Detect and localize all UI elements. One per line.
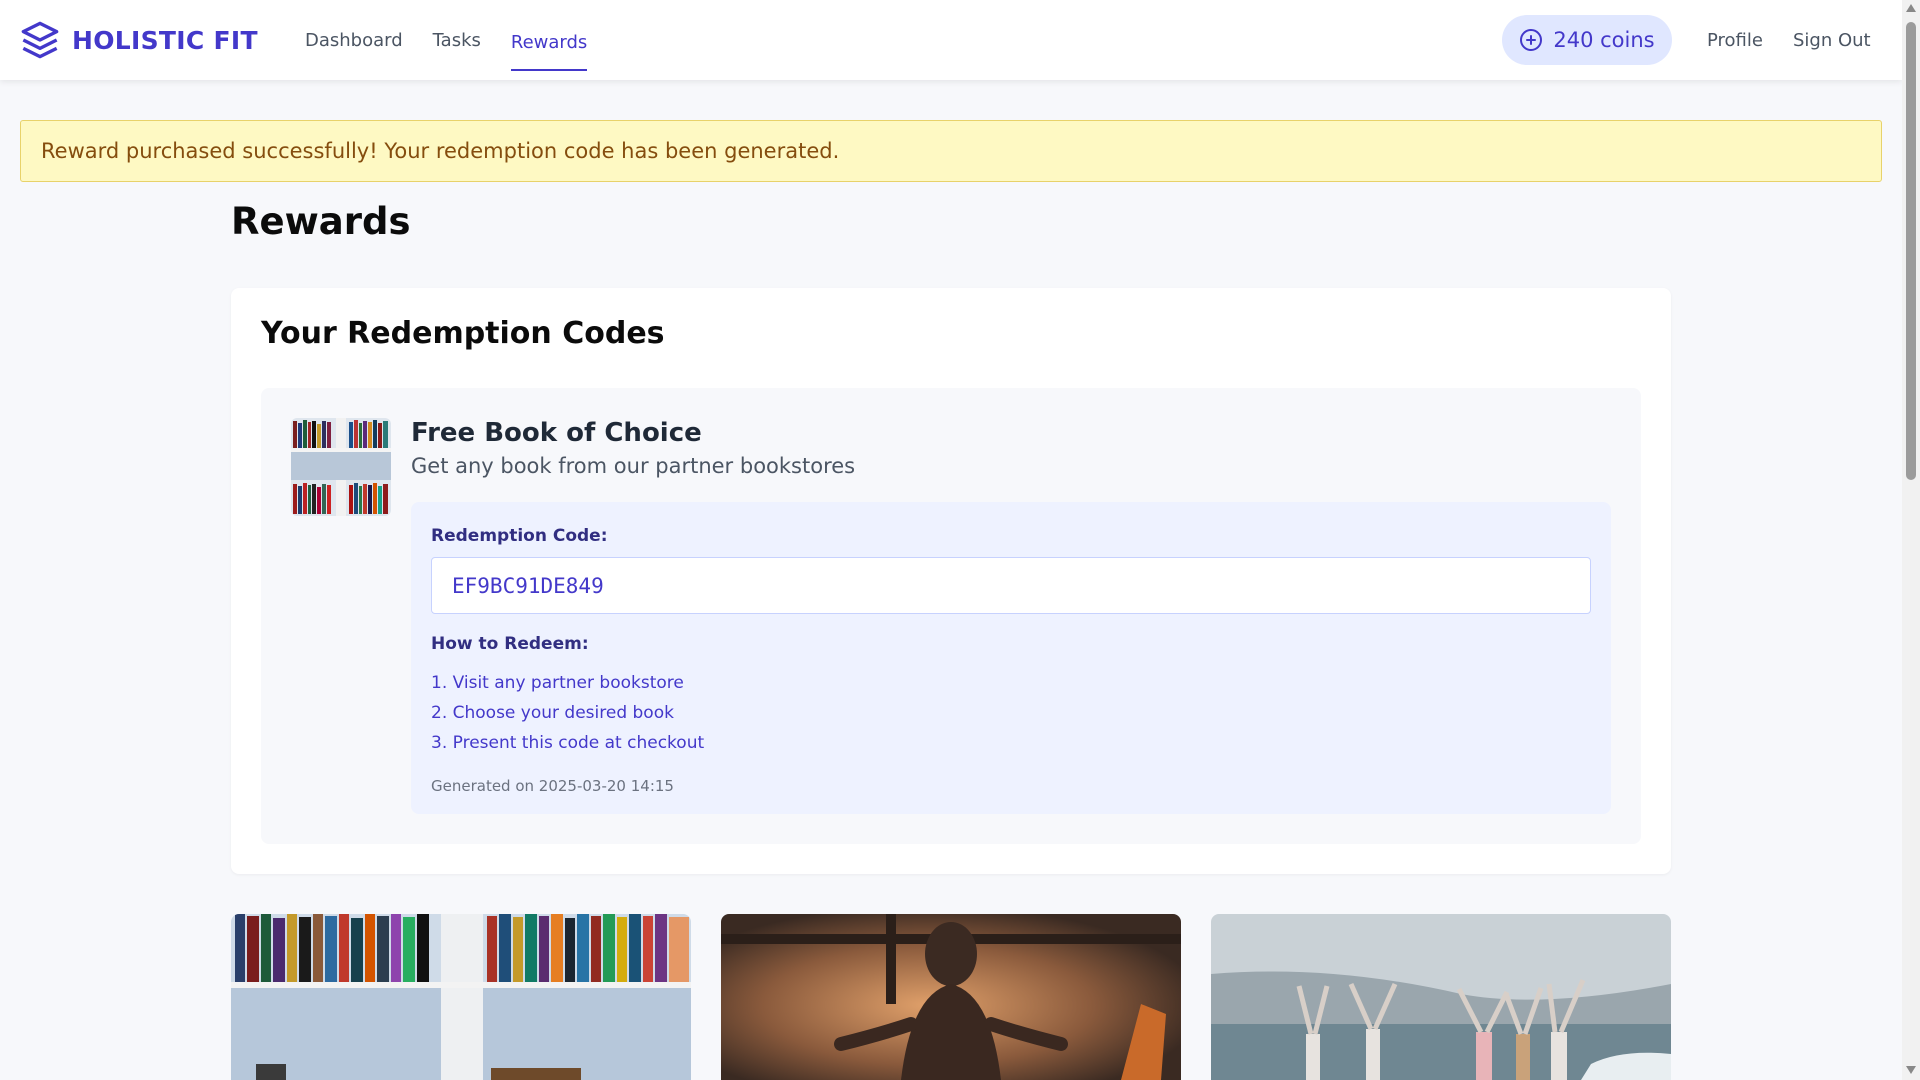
success-alert: Reward purchased successfully! Your rede… <box>20 120 1882 182</box>
nav-link-rewards[interactable]: Rewards <box>496 0 602 80</box>
brand-name: HOLISTIC FIT <box>72 25 258 55</box>
reward-card-image-bookshelf[interactable] <box>231 914 691 1080</box>
generated-timestamp: Generated on 2025-03-20 14:15 <box>431 777 674 795</box>
top-nav: HOLISTIC FIT Dashboard Tasks Rewards 240… <box>0 0 1902 80</box>
coin-balance-badge[interactable]: 240 coins <box>1502 15 1672 65</box>
reward-card-image-meditation[interactable] <box>721 914 1181 1080</box>
redemption-code-label: Redemption Code: <box>431 526 608 546</box>
nav-link-rewards-label: Rewards <box>510 9 588 71</box>
brand-logo[interactable]: HOLISTIC FIT <box>20 20 258 60</box>
sign-out-link[interactable]: Sign Out <box>1778 0 1886 80</box>
alert-message: Reward purchased successfully! Your rede… <box>41 139 840 163</box>
redemption-code-field[interactable]: EF9BC91DE849 <box>431 557 1591 614</box>
redeem-step: 2. Choose your desired book <box>431 703 674 723</box>
reward-card-image-beach-yoga[interactable] <box>1211 914 1671 1080</box>
profile-link[interactable]: Profile <box>1692 0 1778 80</box>
redemption-code-item: Free Book of Choice Get any book from ou… <box>261 388 1641 844</box>
page-scrollbar[interactable] <box>1902 0 1920 1080</box>
layers-icon <box>21 21 59 59</box>
redemption-codes-card: Your Redemption Codes Free Book of Choic… <box>231 288 1671 874</box>
bookshelf-photo <box>231 914 691 1080</box>
account-nav: Profile Sign Out <box>1692 0 1886 80</box>
main-nav: Dashboard Tasks Rewards <box>290 0 602 80</box>
bookshelf-thumbnail-icon <box>291 418 391 516</box>
redemption-code-panel: Redemption Code: EF9BC91DE849 How to Red… <box>411 502 1611 814</box>
coin-balance: 240 coins <box>1553 28 1655 52</box>
page-title: Rewards <box>231 200 411 243</box>
nav-link-dashboard[interactable]: Dashboard <box>290 0 418 80</box>
redeem-step: 3. Present this code at checkout <box>431 733 705 753</box>
how-to-redeem-label: How to Redeem: <box>431 634 589 654</box>
reward-name: Free Book of Choice <box>411 418 702 448</box>
scrollbar-thumb[interactable] <box>1906 22 1916 480</box>
redemption-codes-title: Your Redemption Codes <box>261 316 665 351</box>
beach-yoga-photo <box>1211 914 1671 1080</box>
redeem-step: 1. Visit any partner bookstore <box>431 673 684 693</box>
reward-thumbnail <box>291 418 391 516</box>
reward-description: Get any book from our partner bookstores <box>411 454 856 478</box>
scroll-up-arrow-icon[interactable] <box>1906 4 1916 12</box>
nav-link-tasks[interactable]: Tasks <box>418 0 496 80</box>
plus-circle-icon <box>1520 29 1543 51</box>
redeem-steps-list: 1. Visit any partner bookstore 2. Choose… <box>431 668 704 758</box>
scroll-down-arrow-icon[interactable] <box>1906 1066 1916 1074</box>
meditation-photo <box>721 914 1181 1080</box>
